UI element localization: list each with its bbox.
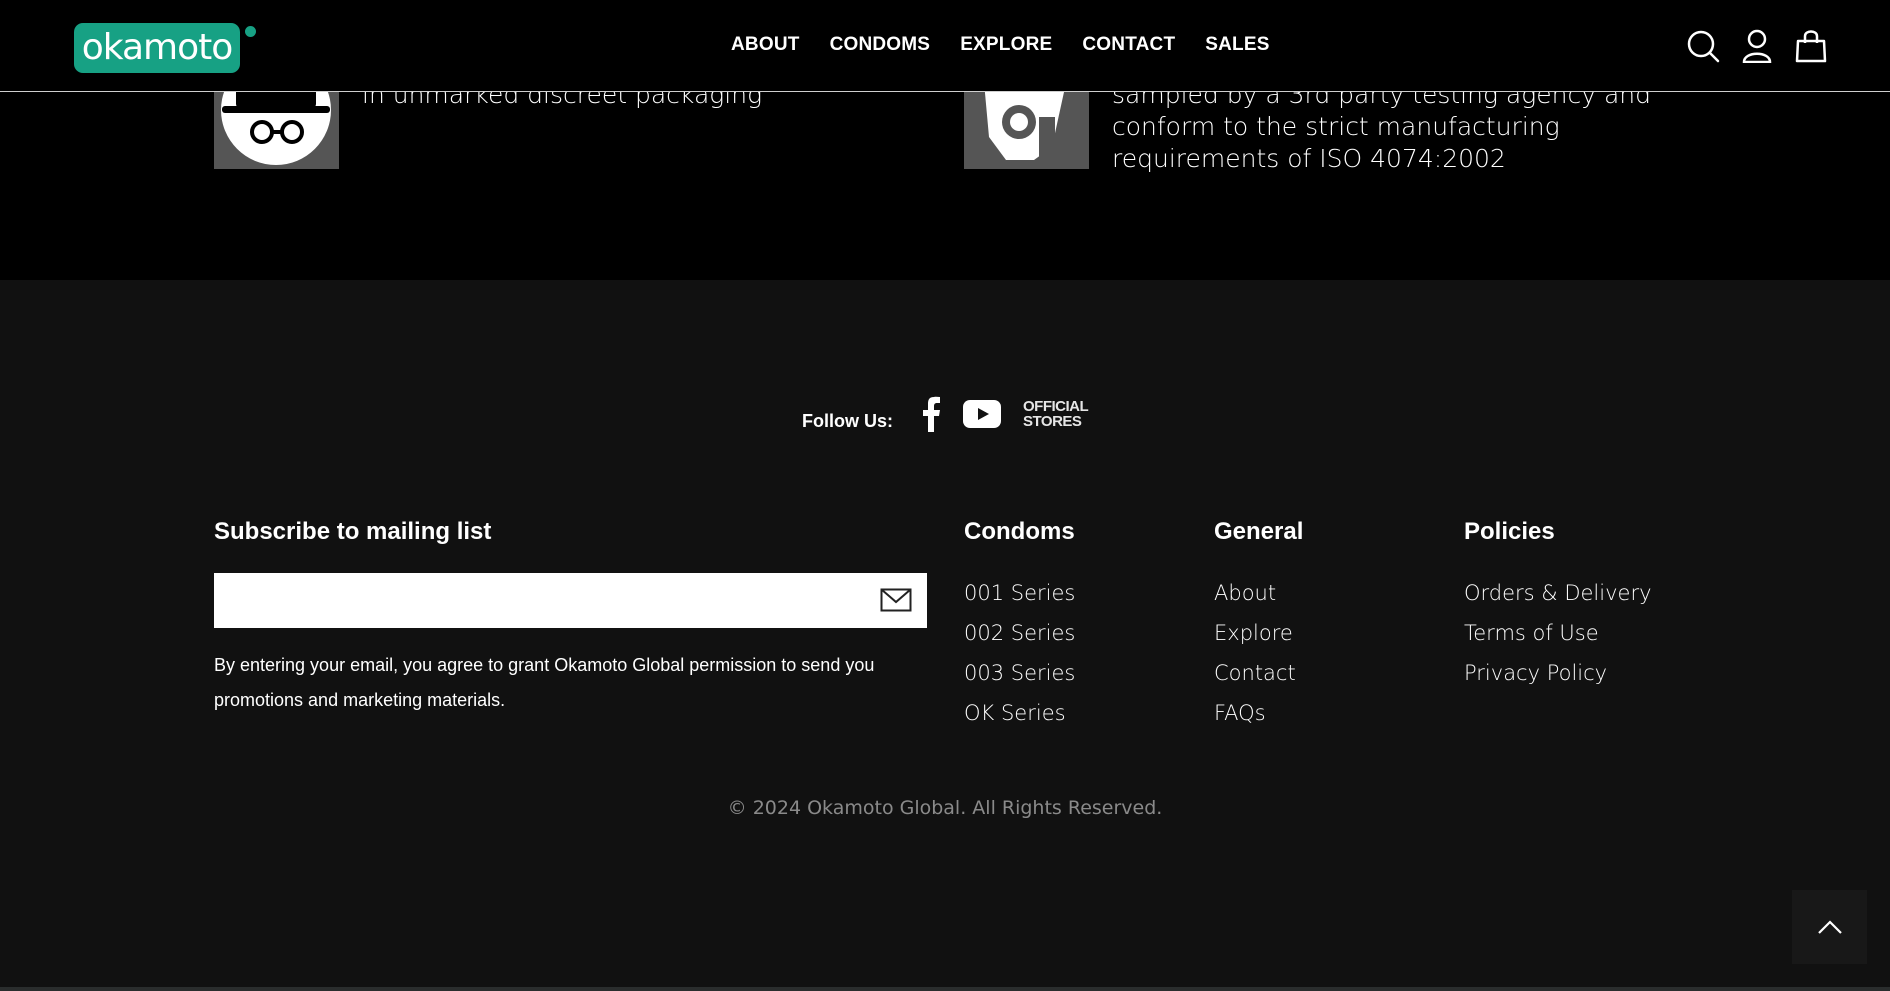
footer-link-003-series[interactable]: 003 Series xyxy=(964,653,1075,693)
main-nav: ABOUT CONDOMS EXPLORE CONTACT SALES xyxy=(731,34,1300,56)
footer-link-contact[interactable]: Contact xyxy=(1214,653,1296,693)
copyright-text: © 2024 Okamoto Global. All Rights Reserv… xyxy=(727,797,1163,819)
follow-us: Follow Us: OFFICIAL STORES xyxy=(802,396,1110,432)
logo-text: okamoto xyxy=(81,27,234,68)
footer-link-orders-delivery[interactable]: Orders & Delivery xyxy=(1464,573,1652,613)
search-icon[interactable] xyxy=(1686,28,1720,64)
subscribe-title: Subscribe to mailing list xyxy=(214,518,492,545)
okamoto-logo[interactable]: okamoto xyxy=(74,23,256,73)
mail-icon[interactable] xyxy=(880,588,912,612)
window-bottom-edge xyxy=(0,987,1890,991)
general-links: About Explore Contact FAQs xyxy=(1214,573,1296,733)
footer-link-faqs[interactable]: FAQs xyxy=(1214,693,1296,733)
features-strip: in unmarked discreet packaging sampled b… xyxy=(0,80,1890,280)
footer-link-001-series[interactable]: 001 Series xyxy=(964,573,1075,613)
account-icon[interactable] xyxy=(1740,28,1774,64)
footer-link-002-series[interactable]: 002 Series xyxy=(964,613,1075,653)
footer-link-explore[interactable]: Explore xyxy=(1214,613,1296,653)
policies-column-title: Policies xyxy=(1464,518,1555,545)
header-actions xyxy=(1686,28,1828,64)
chevron-up-icon xyxy=(1817,920,1842,934)
logo-badge: okamoto xyxy=(74,23,240,73)
registered-mark-icon xyxy=(245,26,256,37)
official-stores-line2: STORES xyxy=(1023,413,1082,430)
feature-testing-text: sampled by a 3rd party testing agency an… xyxy=(1112,80,1651,173)
footer-link-ok-series[interactable]: OK Series xyxy=(964,693,1075,733)
back-to-top-button[interactable] xyxy=(1792,890,1867,964)
footer-link-terms-of-use[interactable]: Terms of Use xyxy=(1464,613,1652,653)
nav-condoms[interactable]: CONDOMS xyxy=(830,34,931,56)
follow-label: Follow Us: xyxy=(802,410,893,431)
cart-icon[interactable] xyxy=(1794,28,1828,64)
official-stores-link[interactable]: OFFICIAL STORES xyxy=(1023,398,1089,430)
general-column-title: General xyxy=(1214,518,1304,545)
nav-explore[interactable]: EXPLORE xyxy=(960,34,1052,56)
official-stores-line1: OFFICIAL xyxy=(1023,398,1089,415)
subscribe-note: By entering your email, you agree to gra… xyxy=(214,655,875,710)
incognito-icon xyxy=(214,92,339,169)
nav-about[interactable]: ABOUT xyxy=(731,34,800,56)
facebook-icon[interactable] xyxy=(921,396,941,432)
page: in unmarked discreet packaging sampled b… xyxy=(0,0,1890,991)
footer-link-privacy-policy[interactable]: Privacy Policy xyxy=(1464,653,1652,693)
nav-sales[interactable]: SALES xyxy=(1205,34,1269,56)
site-header: okamoto ABOUT CONDOMS EXPLORE CONTACT SA… xyxy=(0,0,1890,92)
condoms-links: 001 Series 002 Series 003 Series OK Seri… xyxy=(964,573,1075,733)
youtube-icon[interactable] xyxy=(963,400,1001,428)
email-field[interactable] xyxy=(214,573,927,628)
certification-icon xyxy=(964,92,1089,169)
policies-links: Orders & Delivery Terms of Use Privacy P… xyxy=(1464,573,1652,693)
footer-link-about[interactable]: About xyxy=(1214,573,1296,613)
condoms-column-title: Condoms xyxy=(964,518,1075,545)
nav-contact[interactable]: CONTACT xyxy=(1082,34,1175,56)
